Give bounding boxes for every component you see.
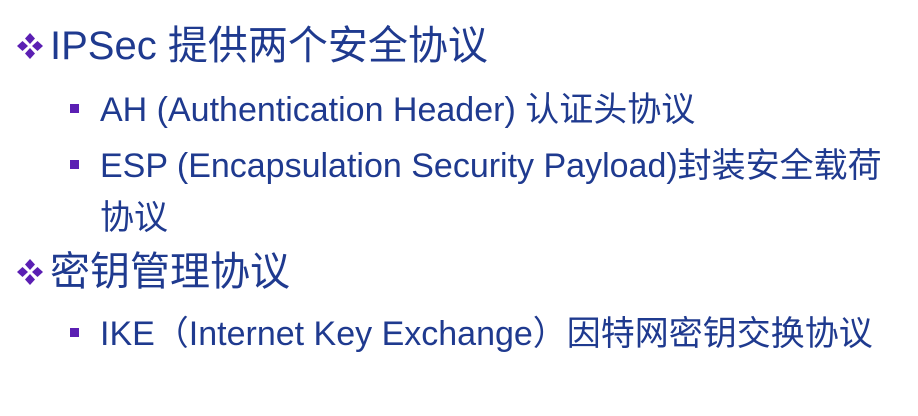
square-bullet-icon [70, 160, 79, 169]
bullet-heading: 密钥管理协议 [50, 250, 290, 294]
four-diamond-icon [12, 248, 48, 296]
slide: IPSec 提供两个安全协议 AH (Authentication Header… [0, 0, 918, 416]
square-bullet-icon [70, 104, 79, 113]
bullet-text: IKE（Internet Key Exchange）因特网密钥交换协议 [100, 315, 873, 353]
bullet-level2-esp: ESP (Encapsulation Security Payload)封装安全… [70, 140, 890, 244]
bullet-text: AH (Authentication Header) 认证头协议 [100, 91, 696, 129]
bullet-heading: IPSec 提供两个安全协议 [50, 24, 488, 68]
bullet-level2-ah: AH (Authentication Header) 认证头协议 [70, 84, 890, 136]
bullet-level1-ipsec: IPSec 提供两个安全协议 [12, 22, 488, 70]
bullet-text: ESP (Encapsulation Security Payload)封装安全… [100, 147, 882, 237]
bullet-level2-ike: IKE（Internet Key Exchange）因特网密钥交换协议 [70, 308, 890, 360]
four-diamond-icon [12, 22, 48, 70]
square-bullet-icon [70, 328, 79, 337]
bullet-level1-key-management: 密钥管理协议 [12, 248, 290, 296]
